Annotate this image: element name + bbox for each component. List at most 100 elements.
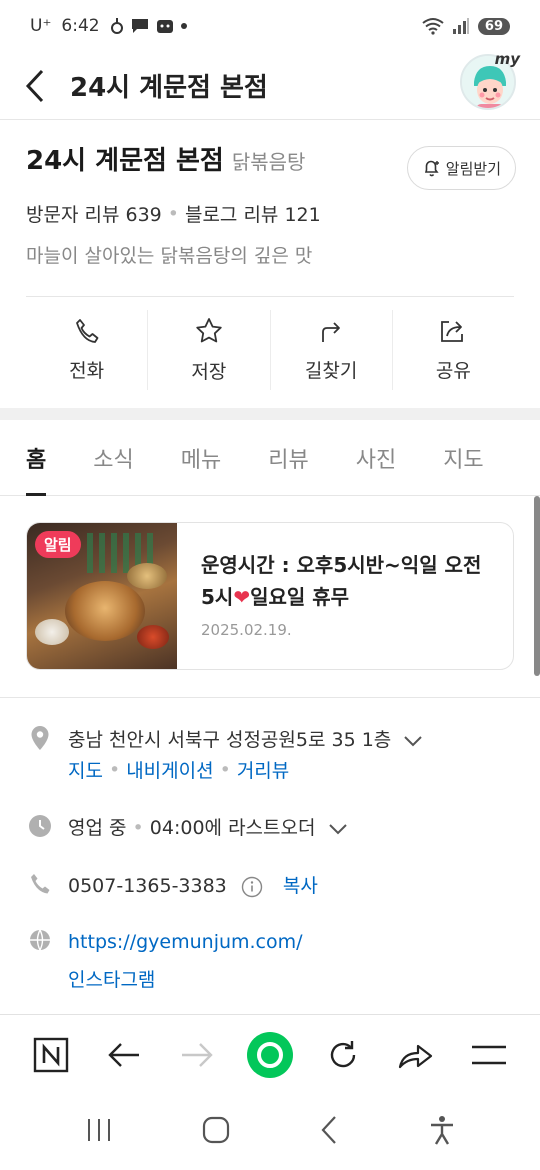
thumbnail-dish	[127, 563, 167, 589]
directions-button[interactable]: 길찾기	[271, 310, 393, 390]
back-nav-button[interactable]	[96, 1027, 152, 1083]
clock: 6:42	[61, 16, 100, 36]
app-header: 24시 계문점 본점 my	[0, 50, 540, 120]
navigation-link[interactable]: 내비게이션	[126, 756, 213, 783]
notice-thumbnail: 알림	[27, 523, 177, 669]
wifi-icon	[422, 18, 444, 35]
phone-row: 0507-1365-3383 복사	[26, 870, 516, 902]
green-dot-button[interactable]	[242, 1027, 298, 1083]
place-name: 24시 계문점 본점	[26, 146, 224, 176]
tab-map[interactable]: 지도	[443, 420, 483, 496]
message-icon	[131, 19, 148, 33]
thumbnail-main-dish	[65, 581, 145, 641]
phone-number[interactable]: 0507-1365-3383	[68, 875, 227, 897]
system-back-button[interactable]	[319, 1115, 339, 1149]
tab-menu[interactable]: 메뉴	[181, 420, 221, 496]
street-view-link[interactable]: 거리뷰	[237, 756, 289, 783]
divider	[26, 296, 514, 297]
save-label: 저장	[191, 360, 227, 383]
tab-bar: 홈 소식 메뉴 리뷰 사진 지도	[0, 420, 540, 496]
globe-icon	[26, 926, 54, 954]
accessibility-icon	[430, 1116, 453, 1145]
alarm-button[interactable]: 알림받기	[406, 146, 516, 190]
separator-dot: •	[167, 202, 179, 225]
tab-news[interactable]: 소식	[93, 420, 133, 496]
notice-badge: 알림	[35, 531, 81, 558]
address-links: 지도 • 내비게이션 • 거리뷰	[68, 756, 423, 783]
info-icon[interactable]	[241, 876, 263, 898]
copy-button[interactable]: 복사	[283, 875, 318, 897]
scrollbar[interactable]	[534, 496, 540, 676]
back-arrow-icon	[25, 69, 44, 102]
address-line[interactable]: 충남 천안시 서북구 성정공원5로 35 1층	[68, 724, 423, 756]
instagram-link[interactable]: 인스타그램	[68, 964, 303, 996]
divider	[0, 697, 540, 698]
more-dot-icon	[180, 23, 187, 29]
status-bar: U⁺ 6:42 69	[0, 0, 540, 52]
call-button[interactable]: 전화	[26, 310, 149, 390]
share-button[interactable]: 공유	[393, 310, 514, 390]
notification-icons	[110, 17, 188, 35]
hours-row[interactable]: 영업 중 • 04:00에 라스트오더	[26, 812, 516, 844]
page-title: 24시 계문점 본점	[70, 73, 268, 103]
recent-apps-button[interactable]	[85, 1117, 113, 1147]
arrow-right-icon	[181, 1042, 213, 1067]
open-status: 영업 중	[68, 817, 127, 839]
browser-toolbar	[0, 1014, 540, 1094]
arrow-left-icon	[108, 1042, 139, 1067]
forward-nav-button[interactable]	[169, 1027, 225, 1083]
thumbnail-side-dish	[35, 619, 69, 645]
address-row: 충남 천안시 서북구 성정공원5로 35 1층 지도 • 내비게이션 • 거리뷰	[26, 724, 516, 783]
clock-icon	[26, 812, 54, 840]
app-icon	[156, 20, 173, 33]
directions-icon	[322, 321, 341, 342]
phone-icon	[75, 318, 99, 343]
action-bar: 전화 저장 길찾기 공유	[26, 310, 514, 390]
back-button[interactable]	[0, 52, 70, 120]
tab-home[interactable]: 홈	[26, 420, 47, 496]
save-button[interactable]: 저장	[148, 310, 271, 390]
tab-photos[interactable]: 사진	[356, 420, 396, 496]
website-link[interactable]: https://gyemunjum.com/	[68, 926, 303, 958]
notification-icon	[110, 18, 123, 34]
separator-dot: •	[132, 817, 144, 839]
accessibility-button[interactable]	[428, 1115, 456, 1149]
call-label: 전화	[69, 359, 105, 382]
battery-indicator: 69	[477, 17, 510, 35]
green-dot-icon	[246, 1031, 293, 1078]
place-category: 닭볶음탕	[231, 150, 306, 174]
visitor-review-link[interactable]: 방문자 리뷰 639	[26, 200, 162, 227]
system-nav-bar	[0, 1094, 540, 1170]
share-page-button[interactable]	[388, 1027, 444, 1083]
refresh-icon	[330, 1040, 356, 1067]
home-button[interactable]	[202, 1116, 230, 1148]
back-chevron-icon	[321, 1116, 336, 1144]
star-icon	[196, 317, 222, 342]
menu-button[interactable]	[461, 1027, 517, 1083]
forward-share-icon	[399, 1044, 433, 1068]
heart-icon: ❤	[233, 585, 251, 609]
place-description: 마늘이 살아있는 닭볶음탕의 깊은 맛	[26, 245, 313, 267]
chevron-down-icon[interactable]	[328, 823, 348, 835]
review-counts: 방문자 리뷰 639 • 블로그 리뷰 121	[26, 200, 516, 227]
my-badge: my	[494, 50, 520, 68]
separator-dot: •	[219, 758, 231, 781]
notice-card[interactable]: 알림 운영시간 : 오후5시반~익일 오전5시❤일요일 휴무 2025.02.1…	[26, 522, 514, 670]
phone-small-icon	[26, 870, 54, 898]
blog-review-link[interactable]: 블로그 리뷰 121	[185, 200, 321, 227]
refresh-button[interactable]	[315, 1027, 371, 1083]
naver-n-icon	[33, 1037, 68, 1072]
signal-icon	[452, 18, 469, 34]
separator-dot: •	[108, 758, 121, 781]
thumbnail-kimchi	[137, 625, 169, 649]
naver-home-button[interactable]	[23, 1027, 79, 1083]
map-link[interactable]: 지도	[68, 756, 103, 783]
directions-label: 길찾기	[304, 359, 358, 382]
tab-reviews[interactable]: 리뷰	[268, 420, 308, 496]
share-icon	[441, 320, 464, 342]
home-icon	[202, 1116, 229, 1144]
hamburger-icon	[472, 1045, 507, 1064]
last-order: 04:00에 라스트오더	[149, 817, 316, 839]
chevron-down-icon[interactable]	[403, 735, 423, 747]
address-text: 충남 천안시 서북구 성정공원5로 35 1층	[68, 729, 392, 751]
